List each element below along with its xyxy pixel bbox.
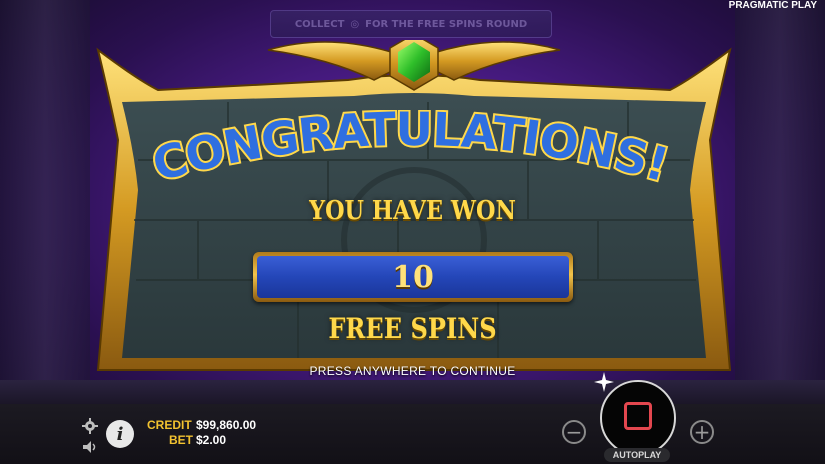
gear-icon[interactable]	[82, 418, 98, 434]
collect-banner: COLLECT ◎ FOR THE FREE SPINS ROUND	[270, 10, 552, 38]
increase-bet-button[interactable]: +	[690, 420, 714, 444]
free-spins-count: 10	[257, 256, 569, 298]
continue-hint: PRESS ANYWHERE TO CONTINUE	[309, 364, 516, 378]
free-spins-count-box: 10	[253, 252, 573, 302]
coin-icon: ◎	[350, 18, 360, 30]
congratulations-text: CONGRATULATIONS!	[145, 110, 677, 194]
credit-label: CREDIT	[147, 418, 192, 432]
autoplay-button[interactable]: AUTOPLAY	[604, 448, 670, 462]
bet-label: BET	[169, 433, 193, 447]
sparkle-icon	[594, 372, 614, 392]
sound-icon[interactable]	[82, 440, 98, 454]
you-have-won-label: YOU HAVE WON	[309, 196, 516, 226]
info-icon[interactable]: i	[106, 420, 134, 448]
bet-value: $2.00	[196, 433, 227, 447]
credit-value: $99,860.00	[196, 418, 257, 432]
congratulations-title: CONGRATULATIONS!	[145, 110, 677, 194]
banner-text-right: FOR THE FREE SPINS ROUND	[365, 18, 528, 30]
free-spins-label: FREE SPINS	[328, 312, 497, 345]
brand-logo: PRAGMATIC PLAY	[728, 0, 817, 11]
banner-text-left: COLLECT	[294, 18, 345, 30]
arena-floor	[0, 380, 825, 404]
svg-text:CONGRATULATIONS!: CONGRATULATIONS!	[147, 110, 674, 192]
stop-icon	[624, 402, 652, 430]
decrease-bet-button[interactable]: −	[562, 420, 586, 444]
